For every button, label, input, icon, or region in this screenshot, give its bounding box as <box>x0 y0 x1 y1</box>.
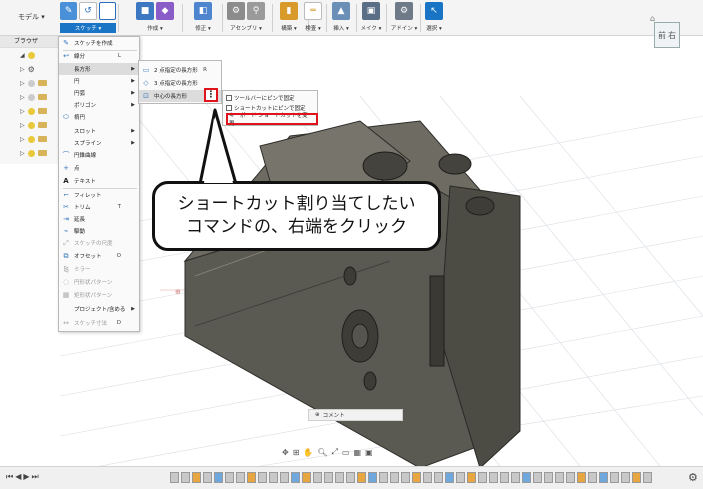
comment-bar[interactable]: ⊕ コメント <box>308 409 403 421</box>
fit-icon[interactable]: ⤢ <box>332 447 338 457</box>
timeline-feature-icon[interactable] <box>599 472 608 483</box>
grid-settings-icon[interactable]: ▦ <box>354 448 362 457</box>
timeline-feature-icon[interactable] <box>302 472 311 483</box>
timeline-feature-icon[interactable] <box>225 472 234 483</box>
timeline-feature-icon[interactable] <box>192 472 201 483</box>
callout-text-line1: ショートカット割り当てしたい <box>177 194 416 215</box>
timeline-feature-icon[interactable] <box>577 472 586 483</box>
timeline-feature-icon[interactable] <box>478 472 487 483</box>
timeline-feature-icon[interactable] <box>181 472 190 483</box>
viewcube[interactable]: ⌂ 前 右 <box>650 14 690 54</box>
timeline-feature-icon[interactable] <box>434 472 443 483</box>
viewcube-face[interactable]: 前 右 <box>654 22 680 48</box>
timeline-feature-icon[interactable] <box>533 472 542 483</box>
timeline-feature-icon[interactable] <box>566 472 575 483</box>
timeline-feature-icon[interactable] <box>346 472 355 483</box>
timeline-feature-icon[interactable] <box>170 472 179 483</box>
timeline-feature-icon[interactable] <box>214 472 223 483</box>
orbit-icon[interactable]: ✥ <box>282 448 289 457</box>
timeline-feature-icon[interactable] <box>269 472 278 483</box>
timeline-feature-icon[interactable] <box>280 472 289 483</box>
display-settings-icon[interactable]: ▭ <box>342 448 350 457</box>
add-comment-icon[interactable]: ⊕ <box>315 412 320 418</box>
gear-icon[interactable]: ⚙ <box>688 471 698 484</box>
timeline-feature-icon[interactable] <box>236 472 245 483</box>
timeline-feature-icon[interactable] <box>401 472 410 483</box>
timeline-feature-icon[interactable] <box>610 472 619 483</box>
timeline-feature-icon[interactable] <box>258 472 267 483</box>
timeline-feature-icon[interactable] <box>522 472 531 483</box>
zoom-icon[interactable]: 🔍︎ <box>317 448 327 457</box>
look-at-icon[interactable]: ⊞ <box>293 448 300 457</box>
timeline-playback-controls[interactable]: ⏮◀▶⏭ <box>6 472 41 482</box>
timeline-bar: ⏮◀▶⏭ ⚙ <box>0 466 703 489</box>
viewports-icon[interactable]: ▣ <box>365 448 373 457</box>
timeline-feature-icon[interactable] <box>588 472 597 483</box>
timeline-feature-icon[interactable] <box>467 472 476 483</box>
timeline-feature-icon[interactable] <box>423 472 432 483</box>
timeline-feature-icon[interactable] <box>555 472 564 483</box>
timeline-feature-icon[interactable] <box>368 472 377 483</box>
navigation-bar: ✥ ⊞ ✋ 🔍︎ ⤢ ▭ ▦ ▣ <box>282 445 373 459</box>
timeline-feature-icon[interactable] <box>445 472 454 483</box>
timeline-features <box>170 472 652 483</box>
timeline-feature-icon[interactable] <box>247 472 256 483</box>
timeline-feature-icon[interactable] <box>544 472 553 483</box>
timeline-feature-icon[interactable] <box>412 472 421 483</box>
timeline-feature-icon[interactable] <box>632 472 641 483</box>
timeline-feature-icon[interactable] <box>511 472 520 483</box>
timeline-feature-icon[interactable] <box>621 472 630 483</box>
timeline-feature-icon[interactable] <box>390 472 399 483</box>
timeline-feature-icon[interactable] <box>291 472 300 483</box>
timeline-feature-icon[interactable] <box>357 472 366 483</box>
viewcube-face-label: 前 <box>658 30 666 40</box>
timeline-feature-icon[interactable] <box>335 472 344 483</box>
instruction-callout: ショートカット割り当てしたい コマンドの、右端をクリック <box>152 181 441 251</box>
timeline-feature-icon[interactable] <box>489 472 498 483</box>
pan-icon[interactable]: ✋ <box>303 448 313 457</box>
comment-bar-label: コメント <box>322 413 345 419</box>
timeline-feature-icon[interactable] <box>500 472 509 483</box>
timeline-feature-icon[interactable] <box>456 472 465 483</box>
timeline-feature-icon[interactable] <box>643 472 652 483</box>
timeline-feature-icon[interactable] <box>203 472 212 483</box>
timeline-feature-icon[interactable] <box>313 472 322 483</box>
callout-text-line2: コマンドの、右端をクリック <box>186 217 407 237</box>
viewcube-side-label: 右 <box>668 30 676 40</box>
timeline-feature-icon[interactable] <box>379 472 388 483</box>
timeline-feature-icon[interactable] <box>324 472 333 483</box>
